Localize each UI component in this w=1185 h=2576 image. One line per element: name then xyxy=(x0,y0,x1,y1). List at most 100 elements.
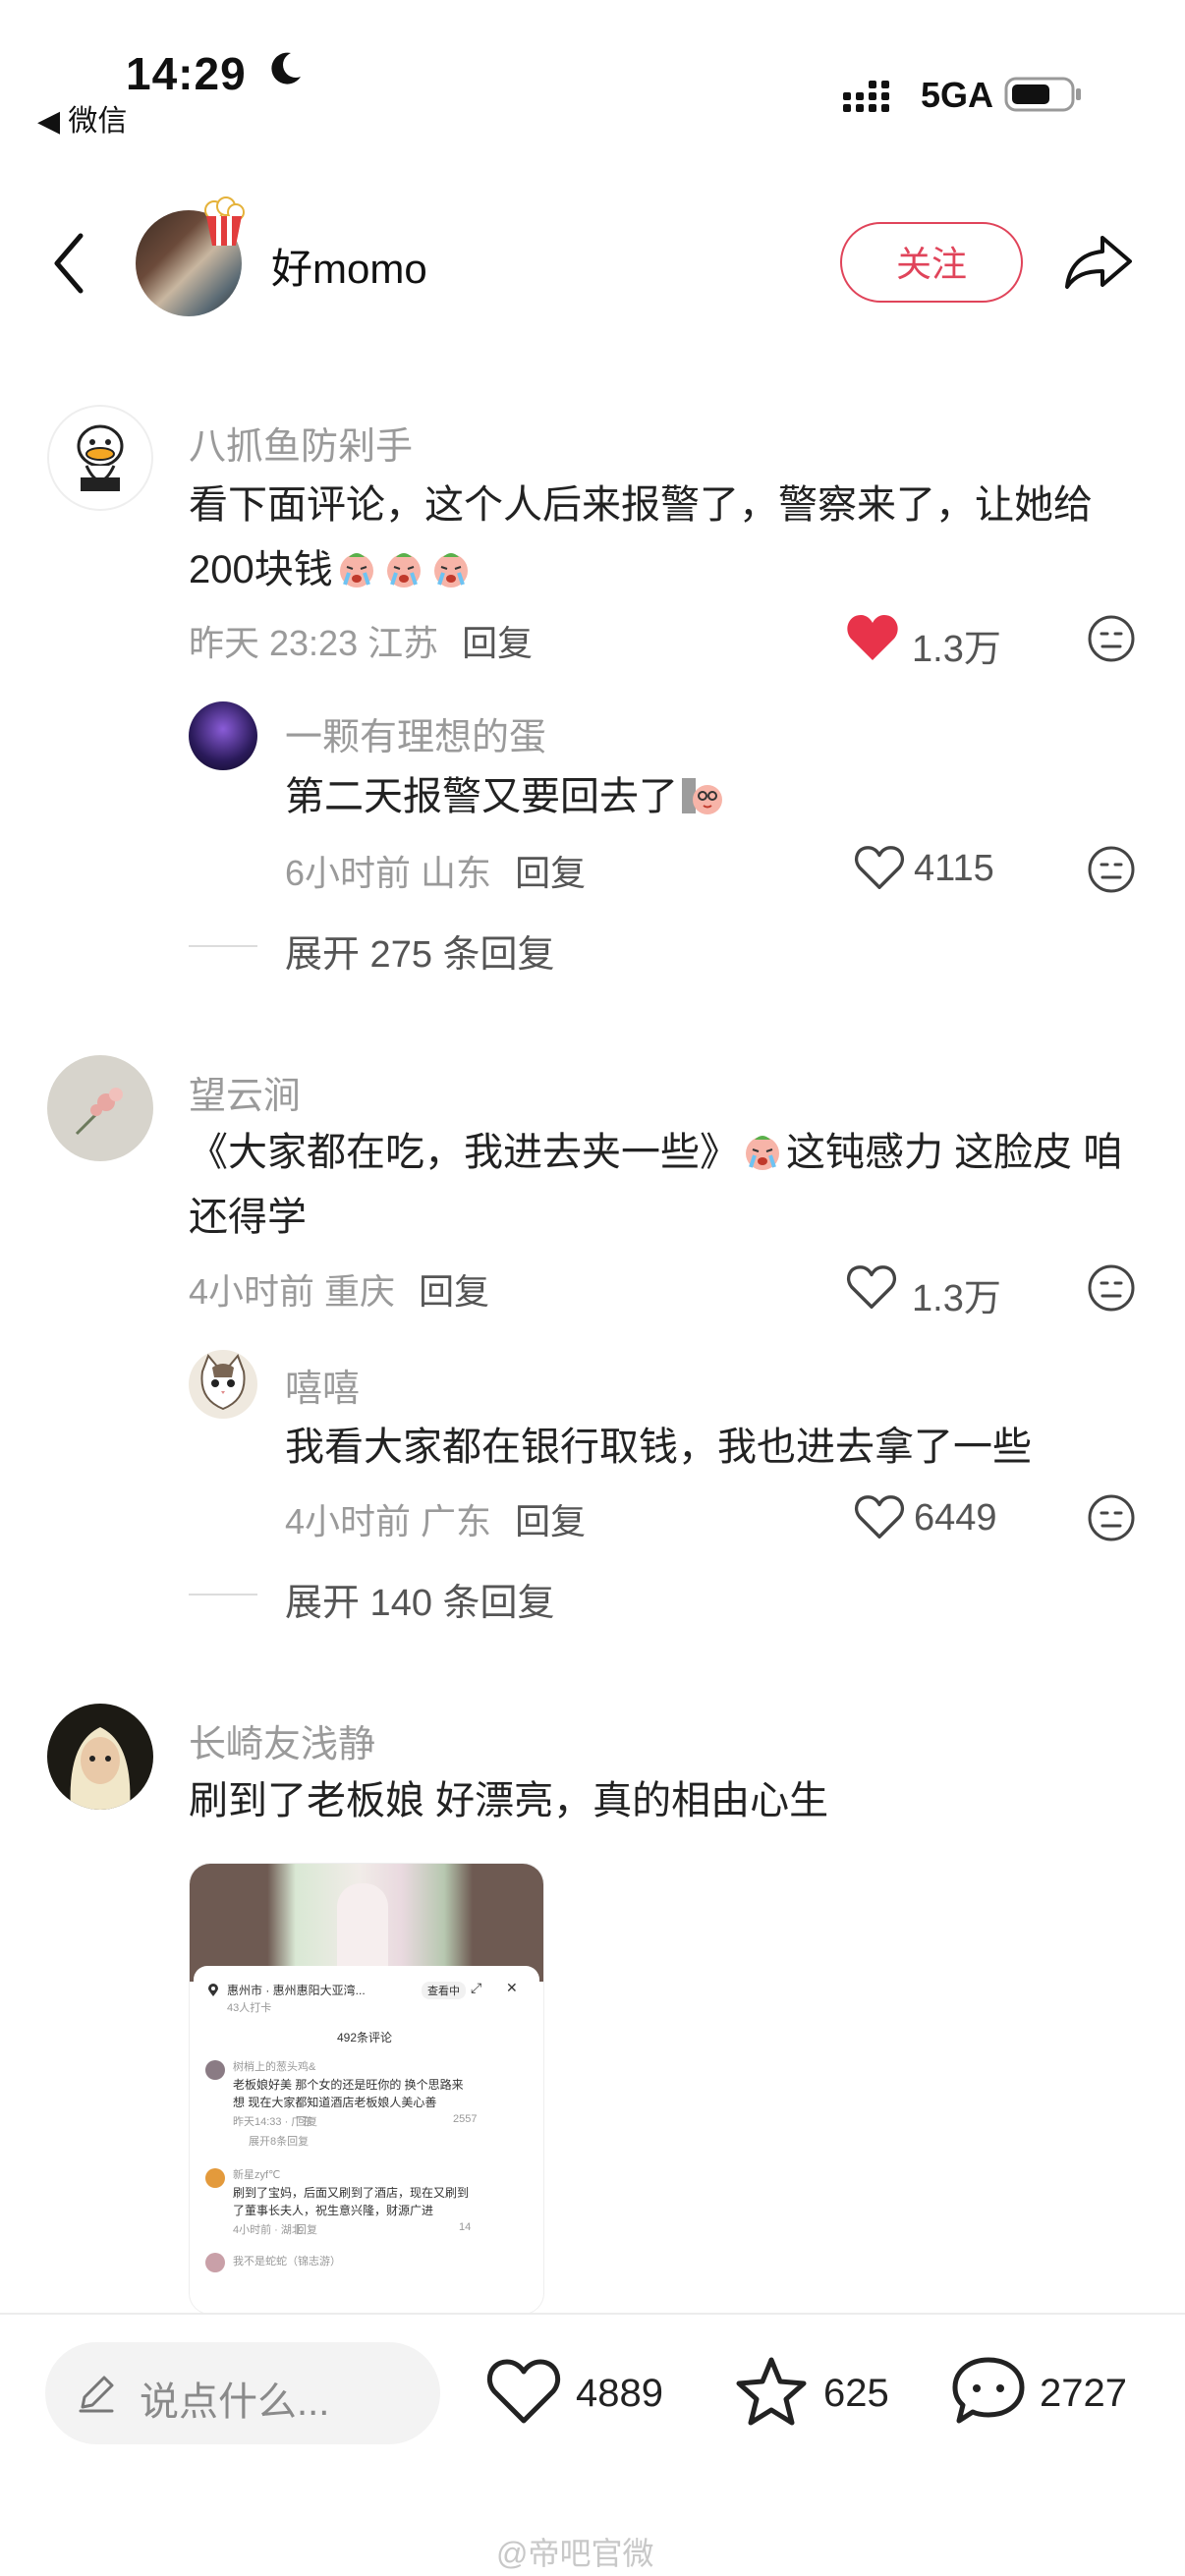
location-pin-icon xyxy=(208,1984,218,1996)
image-comment-user: 新星zyf℃ xyxy=(233,2169,281,2181)
reply-button[interactable]: 回复 xyxy=(419,1271,489,1312)
status-time: 14:29 xyxy=(126,48,247,99)
image-comment-text: 了董事长夫人，祝生意兴隆，财源广进 xyxy=(233,2204,434,2217)
comment-text: 《大家都在吃，我进去夹一些》 这钝感力 这脸皮 咱 xyxy=(189,1120,1122,1185)
popcorn-badge-icon xyxy=(204,196,245,246)
flower-avatar-icon xyxy=(75,1088,123,1136)
comment-text-line: 还得学 xyxy=(189,1196,307,1239)
comment-time: 4小时前 xyxy=(189,1271,315,1312)
signal-icon xyxy=(843,81,889,112)
comment-meta: 昨天 23:23 江苏 回复 xyxy=(189,615,533,666)
image-photo-area xyxy=(190,1864,543,1982)
reply-button[interactable]: 回复 xyxy=(515,1501,586,1541)
like-heart-icon[interactable] xyxy=(485,2356,562,2427)
expand-replies-button[interactable]: 展开 275 条回复 xyxy=(285,924,555,978)
comment-text-line: 看下面评论，这个人后来报警了，警察来了，让她给 xyxy=(189,483,1093,527)
bottom-divider xyxy=(0,2313,1185,2315)
comment-meta: 4小时前 重庆 回复 xyxy=(189,1263,489,1315)
image-chip: 查看中 xyxy=(422,1982,466,1999)
like-count: 4115 xyxy=(914,848,994,889)
heart-outline-icon[interactable] xyxy=(853,843,906,892)
image-comment-likes: 2557 xyxy=(453,2113,478,2125)
back-to-wechat-link[interactable]: ◀ 微信 xyxy=(37,96,127,140)
crying-emoji-icon xyxy=(386,553,421,588)
dislike-face-icon[interactable] xyxy=(1087,614,1136,663)
dislike-face-icon[interactable] xyxy=(1087,845,1136,894)
back-arrow-icon[interactable] xyxy=(51,232,90,295)
heart-outline-icon[interactable] xyxy=(845,1262,898,1312)
comment-bubble-icon[interactable] xyxy=(949,2354,1028,2429)
heart-outline-icon[interactable] xyxy=(853,1492,906,1541)
image-avatar xyxy=(205,2253,225,2272)
image-comment-text: 刷到了宝妈，后面又刷到了酒店，现在又刷到 xyxy=(233,2186,470,2200)
image-comment-text: 老板娘好美 那个女的还是旺你的 换个思路来 xyxy=(233,2078,464,2092)
image-location-title: 惠州市 · 惠州惠阳大亚湾... xyxy=(227,1984,366,1997)
reply-time: 4小时前 xyxy=(285,1501,412,1541)
comment-avatar[interactable] xyxy=(47,405,153,511)
image-comment-likes: 14 xyxy=(459,2221,472,2233)
comment-input-placeholder[interactable]: 说点什么... xyxy=(140,2370,329,2427)
comment-text-line: 《大家都在吃，我进去夹一些》 xyxy=(189,1131,739,1174)
reply-avatar[interactable] xyxy=(189,701,257,770)
follow-button[interactable]: 关注 xyxy=(840,222,1023,303)
comment-image[interactable]: 惠州市 · 惠州惠阳大亚湾... 43人打卡 查看中 ⤢ ✕ 492条评论 树梢… xyxy=(189,1863,544,2315)
expand-replies-button[interactable]: 展开 140 条回复 xyxy=(285,1572,555,1626)
network-type: 5GA xyxy=(921,75,994,115)
reply-username[interactable]: 嘻嘻 xyxy=(285,1358,360,1412)
image-checkins: 43人打卡 xyxy=(227,2002,272,2014)
comment-location: 重庆 xyxy=(324,1271,396,1312)
comment-username[interactable]: 望云涧 xyxy=(189,1065,301,1119)
comment-username[interactable]: 长崎友浅静 xyxy=(189,1713,375,1767)
reply-time: 6小时前 xyxy=(285,853,412,893)
image-comment-expand: 展开8条回复 xyxy=(249,2136,310,2148)
post-like-count: 4889 xyxy=(576,2372,663,2415)
comment-username[interactable]: 八抓鱼防剁手 xyxy=(189,416,413,470)
comment-avatar[interactable] xyxy=(47,1704,153,1810)
image-comment-count: 492条评论 xyxy=(337,2031,393,2044)
moon-icon xyxy=(271,52,301,84)
image-comment-user: 我不是蛇蛇（锦志游） xyxy=(233,2256,341,2268)
dislike-face-icon[interactable] xyxy=(1087,1263,1136,1313)
battery-icon xyxy=(1004,77,1081,112)
heart-filled-icon[interactable] xyxy=(845,613,900,662)
reply-avatar[interactable] xyxy=(189,1350,257,1419)
like-count: 6449 xyxy=(914,1497,997,1539)
image-comment-text: 想 现在大家都知道酒店老板娘人美心善 xyxy=(233,2096,437,2109)
post-favorite-count: 625 xyxy=(823,2372,889,2415)
reply-button[interactable]: 回复 xyxy=(462,623,533,663)
comment-text-line: 200块钱 xyxy=(189,548,333,591)
comment-location: 江苏 xyxy=(367,623,439,663)
reply-meta: 4小时前 广东 回复 xyxy=(285,1493,586,1544)
cat-avatar-icon xyxy=(200,1354,246,1411)
post-comment-count: 2727 xyxy=(1040,2372,1127,2415)
image-expand-icon: ⤢ xyxy=(471,1980,482,1995)
reply-text: 第二天报警又要回去了 xyxy=(285,764,725,829)
comment-text: 200块钱 xyxy=(189,537,475,602)
expand-divider xyxy=(189,1594,257,1596)
reply-username[interactable]: 一颗有理想的蛋 xyxy=(285,706,546,760)
reply-location: 山东 xyxy=(421,853,492,893)
image-comment-panel: 惠州市 · 惠州惠阳大亚湾... 43人打卡 查看中 ⤢ ✕ 492条评论 树梢… xyxy=(194,1966,539,2314)
peach-glasses-emoji-icon xyxy=(682,778,722,814)
comment-avatar[interactable] xyxy=(47,1055,153,1161)
comment-text: 还得学 xyxy=(189,1185,307,1250)
image-comment-reply: 回复 xyxy=(296,2116,317,2128)
favorite-star-icon[interactable] xyxy=(733,2354,810,2429)
comment-text: 看下面评论，这个人后来报警了，警察来了，让她给 xyxy=(189,473,1093,537)
reply-text: 我看大家都在银行取钱，我也进去拿了一些 xyxy=(285,1426,1032,1469)
image-avatar xyxy=(205,2168,225,2188)
comment-text: 刷到了老板娘 好漂亮，真的相由心生 xyxy=(189,1779,829,1822)
image-comment-user: 树梢上的葱头鸡& xyxy=(233,2061,316,2073)
comment-time: 昨天 23:23 xyxy=(189,623,359,663)
share-icon[interactable] xyxy=(1063,232,1134,291)
pencil-icon xyxy=(79,2376,114,2413)
image-close-icon: ✕ xyxy=(506,1980,518,1995)
comment-text-line: 这钝感力 这脸皮 咱 xyxy=(786,1131,1123,1174)
author-username[interactable]: 好momo xyxy=(271,236,427,296)
like-count: 1.3万 xyxy=(912,1278,1001,1319)
reply-button[interactable]: 回复 xyxy=(515,853,586,893)
goose-avatar-icon xyxy=(77,424,124,491)
image-person-figure xyxy=(337,1883,388,1972)
dislike-face-icon[interactable] xyxy=(1087,1493,1136,1542)
image-comment-meta: 4小时前 · 湖北 xyxy=(233,2224,303,2236)
